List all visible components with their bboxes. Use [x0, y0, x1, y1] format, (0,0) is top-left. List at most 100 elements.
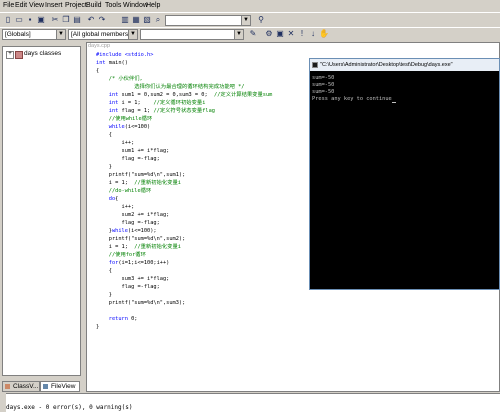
build-icon[interactable]: ▣	[275, 29, 285, 39]
find-icon[interactable]: ⚲	[256, 15, 266, 25]
paste-icon[interactable]: ▤	[72, 15, 82, 25]
output-window-icon[interactable]: ▦	[131, 15, 141, 25]
chevron-down-icon[interactable]: ▼	[234, 30, 243, 39]
code-line: int sum1 = 0,sum2 = 0,sum3 = 0; //定义计算结果…	[96, 91, 273, 99]
menu-tools[interactable]: Tools	[105, 2, 121, 9]
code-line: flag =-flag;	[96, 283, 160, 291]
code-line: #include <stdio.h>	[96, 51, 153, 59]
code-line: sum3 += i*flag;	[96, 275, 170, 283]
execute-icon[interactable]: !	[297, 29, 307, 39]
tab-fileview[interactable]: FileView	[40, 381, 80, 392]
code-text: i++;	[121, 140, 135, 146]
cut-icon[interactable]: ✂	[50, 15, 60, 25]
find-combo[interactable]: ▼	[165, 15, 251, 26]
console-title[interactable]: "C:\Users\Administrator\Desktop\test\Deb…	[310, 59, 499, 71]
code-text: {	[108, 268, 112, 274]
code-line: while(i<=100)	[96, 123, 150, 131]
menu-bar: File Edit View Insert Project Build Tools Windo…	[0, 0, 500, 12]
workspace-icon[interactable]: ▥	[120, 15, 130, 25]
code-keyword: while	[108, 124, 125, 130]
workspace-tabs: ClassV... FileView	[2, 381, 82, 392]
menu-edit[interactable]: Edit	[15, 2, 27, 9]
code-line: printf("sum=%d\n",sum2);	[96, 235, 186, 243]
globals-combo[interactable]: [Globals] ▼	[2, 29, 66, 40]
class-tree[interactable]: + days classes	[2, 46, 81, 376]
code-keyword: int	[108, 92, 119, 98]
classview-icon	[5, 384, 10, 389]
console-line: sum=-50	[312, 89, 335, 95]
code-line: {	[96, 131, 112, 139]
code-text: }	[96, 324, 100, 330]
code-comment: //定义循环初始变量i	[153, 100, 206, 106]
find-in-files-icon[interactable]: ⌕	[153, 15, 163, 25]
chevron-down-icon[interactable]: ▼	[56, 30, 65, 39]
menu-project[interactable]: Project	[65, 2, 87, 9]
code-line: int main()	[96, 59, 128, 67]
new-file-icon[interactable]: ▯	[3, 15, 13, 25]
tree-root-label[interactable]: days classes	[24, 50, 61, 57]
save-icon[interactable]: ▪	[25, 15, 35, 25]
code-line: }	[96, 323, 99, 331]
code-text: }	[108, 292, 112, 298]
wizard-action-icon[interactable]: ✎	[248, 29, 258, 39]
menu-view[interactable]: View	[29, 2, 44, 9]
members-combo-value: [All global members	[71, 31, 129, 38]
code-line: sum1 += i*flag;	[96, 147, 170, 155]
menu-window[interactable]: Window	[123, 2, 148, 9]
breakpoint-icon[interactable]: ✋	[319, 29, 329, 39]
globals-combo-value: [Globals]	[5, 31, 31, 38]
project-icon	[15, 51, 23, 59]
menu-insert[interactable]: Insert	[45, 2, 63, 9]
tab-classview[interactable]: ClassV...	[2, 381, 40, 392]
open-file-icon[interactable]: ▭	[14, 15, 24, 25]
code-line: printf("sum=%d\n",sum3);	[96, 299, 186, 307]
code-line: printf("sum=%d\n",sum1);	[96, 171, 186, 179]
wizard-toolbar: [Globals] ▼ [All global members ▼ ▼ ✎ ⚙ …	[0, 27, 500, 41]
code-keyword: for	[108, 260, 119, 266]
code-line: do{	[96, 195, 119, 203]
code-text: sum3 += i*flag;	[121, 276, 170, 282]
code-text: {	[96, 68, 100, 74]
code-line: int flag = 1; //定义符号状态变量flag	[96, 107, 215, 115]
code-line: {	[96, 267, 112, 275]
code-line: //使用while循环	[96, 115, 153, 123]
chevron-down-icon[interactable]: ▼	[241, 16, 250, 25]
code-line: i = 1; //重新初始化变量i	[96, 179, 181, 187]
console-app-icon	[312, 62, 318, 68]
code-line: for(i=1;i<=100;i++)	[96, 259, 170, 267]
code-text: flag = 1;	[118, 108, 154, 114]
menu-file[interactable]: File	[3, 2, 14, 9]
code-text: flag =-flag;	[121, 284, 160, 290]
console-window[interactable]	[309, 58, 500, 290]
copy-icon[interactable]: ❐	[61, 15, 71, 25]
menu-help[interactable]: Help	[146, 2, 160, 9]
menu-build[interactable]: Build	[86, 2, 102, 9]
compile-icon[interactable]: ⚙	[264, 29, 274, 39]
go-icon[interactable]: ↓	[308, 29, 318, 39]
code-text: {	[115, 196, 119, 202]
chevron-down-icon[interactable]: ▼	[128, 30, 137, 39]
members-combo[interactable]: [All global members ▼	[68, 29, 138, 40]
expand-icon[interactable]: +	[6, 51, 14, 59]
undo-icon[interactable]: ↶	[86, 15, 96, 25]
stop-build-icon[interactable]: ✕	[286, 29, 296, 39]
tab-label: FileView	[51, 383, 76, 390]
code-text: main()	[105, 60, 128, 66]
code-text: flag =-flag;	[121, 220, 160, 226]
function-combo[interactable]: ▼	[140, 29, 244, 40]
code-text: flag =-flag;	[121, 156, 160, 162]
code-line: i++;	[96, 139, 135, 147]
save-all-icon[interactable]: ▣	[36, 15, 46, 25]
code-text: i = 1;	[118, 100, 154, 106]
code-line: /* 小伙伴们,	[96, 75, 143, 83]
code-line: 选择你们认为最合理的循环结构完成功能吧 */	[96, 83, 245, 91]
redo-icon[interactable]: ↷	[97, 15, 107, 25]
console-line: Press any key to continue	[312, 96, 396, 103]
code-text: printf("sum=%d\n",sum3);	[108, 300, 186, 306]
code-text: 0;	[127, 316, 138, 322]
window-list-icon[interactable]: ▧	[142, 15, 152, 25]
console-line: sum=-50	[312, 82, 335, 88]
code-text: i = 1;	[108, 180, 135, 186]
code-comment: //定义符号状态变量flag	[153, 108, 215, 114]
code-comment: 选择你们认为最合理的循环结构完成功能吧 */	[134, 84, 245, 90]
